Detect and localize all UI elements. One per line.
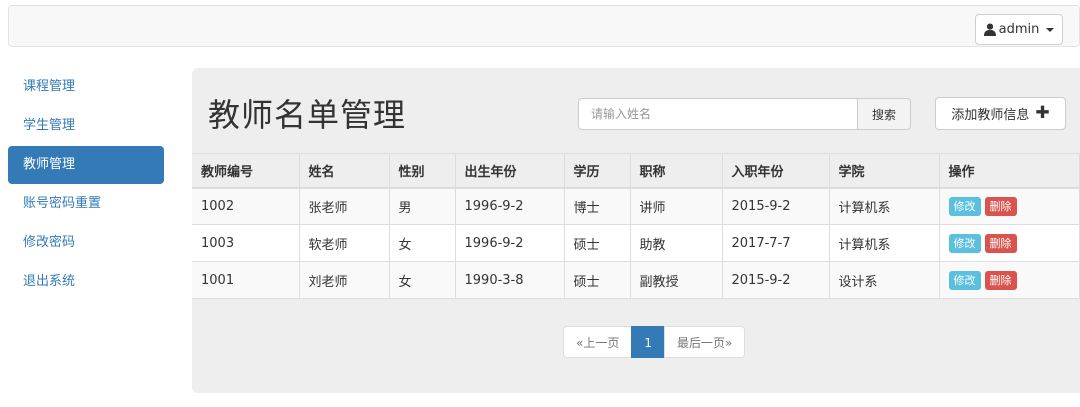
table-header-row: 教师编号 姓名 性别 出生年份 学历 职称 入职年份 学院 操作 bbox=[192, 153, 1080, 189]
teacher-table: 教师编号 姓名 性别 出生年份 学历 职称 入职年份 学院 操作 1002 张老… bbox=[192, 153, 1080, 299]
cell-college: 设计系 bbox=[828, 261, 940, 299]
cell-name: 张老师 bbox=[298, 187, 390, 225]
page-title: 教师名单管理 bbox=[208, 96, 407, 134]
column-header: 出生年份 bbox=[454, 153, 565, 189]
cell-degree: 硕士 bbox=[563, 224, 631, 262]
cell-hired: 2015-9-2 bbox=[721, 187, 830, 225]
cell-actions: 修改 删除 bbox=[938, 261, 1080, 299]
top-navbar: admin bbox=[8, 5, 1080, 47]
sidebar-item-courses[interactable]: 课程管理 bbox=[8, 68, 164, 106]
caret-down-icon bbox=[1046, 27, 1055, 32]
sidebar: 课程管理 学生管理 教师管理 账号密码重置 修改密码 退出系统 bbox=[8, 68, 164, 302]
cell-birth: 1996-9-2 bbox=[454, 187, 565, 225]
cell-id: 1003 bbox=[192, 224, 300, 262]
column-header: 学历 bbox=[563, 153, 631, 189]
edit-button[interactable]: 修改 bbox=[948, 270, 981, 290]
sidebar-item-teachers[interactable]: 教师管理 bbox=[8, 146, 164, 184]
cell-gender: 男 bbox=[388, 187, 456, 225]
cell-hired: 2015-9-2 bbox=[721, 261, 830, 299]
pagination: «上一页 1 最后一页» bbox=[563, 326, 746, 358]
cell-birth: 1990-3-8 bbox=[454, 261, 565, 299]
search-input[interactable] bbox=[578, 98, 857, 130]
user-name: admin bbox=[998, 22, 1040, 37]
cell-gender: 女 bbox=[388, 261, 456, 299]
cell-degree: 硕士 bbox=[563, 261, 631, 299]
cell-hired: 2017-7-7 bbox=[721, 224, 830, 262]
column-header: 性别 bbox=[388, 153, 456, 189]
cell-id: 1002 bbox=[192, 187, 300, 225]
prev-page-button[interactable]: «上一页 bbox=[563, 326, 633, 358]
cell-college: 计算机系 bbox=[828, 224, 940, 262]
cell-degree: 博士 bbox=[563, 187, 631, 225]
column-header: 学院 bbox=[828, 153, 940, 189]
sidebar-item-students[interactable]: 学生管理 bbox=[8, 107, 164, 145]
sidebar-item-logout[interactable]: 退出系统 bbox=[8, 263, 164, 301]
cell-gender: 女 bbox=[388, 224, 456, 262]
column-header: 职称 bbox=[629, 153, 723, 189]
cell-actions: 修改 删除 bbox=[938, 187, 1080, 225]
column-header: 入职年份 bbox=[721, 153, 830, 189]
cell-title: 副教授 bbox=[629, 261, 723, 299]
cell-name: 刘老师 bbox=[298, 261, 390, 299]
cell-title: 讲师 bbox=[629, 187, 723, 225]
table-row: 1003 软老师 女 1996-9-2 硕士 助教 2017-7-7 计算机系 … bbox=[192, 224, 1080, 262]
plus-icon: ✚ bbox=[1035, 103, 1050, 123]
column-header: 教师编号 bbox=[192, 153, 300, 189]
last-page-button[interactable]: 最后一页» bbox=[663, 326, 746, 358]
column-header: 操作 bbox=[938, 153, 1080, 189]
user-menu-button[interactable]: admin bbox=[975, 14, 1063, 45]
cell-birth: 1996-9-2 bbox=[454, 224, 565, 262]
add-teacher-label: 添加教师信息 bbox=[951, 108, 1030, 123]
edit-button[interactable]: 修改 bbox=[948, 196, 981, 216]
table-row: 1002 张老师 男 1996-9-2 博士 讲师 2015-9-2 计算机系 … bbox=[192, 187, 1080, 225]
cell-college: 计算机系 bbox=[828, 187, 940, 225]
edit-button[interactable]: 修改 bbox=[948, 233, 981, 253]
cell-name: 软老师 bbox=[298, 224, 390, 262]
cell-actions: 修改 删除 bbox=[938, 224, 1080, 262]
page-number-button[interactable]: 1 bbox=[631, 326, 665, 358]
add-teacher-button[interactable]: 添加教师信息 ✚ bbox=[935, 97, 1066, 130]
delete-button[interactable]: 删除 bbox=[984, 196, 1017, 216]
column-header: 姓名 bbox=[298, 153, 390, 189]
search-group: 搜索 bbox=[578, 98, 911, 130]
cell-id: 1001 bbox=[192, 261, 300, 299]
sidebar-item-change-password[interactable]: 修改密码 bbox=[8, 224, 164, 262]
user-icon bbox=[983, 23, 996, 36]
cell-title: 助教 bbox=[629, 224, 723, 262]
search-button[interactable]: 搜索 bbox=[857, 98, 911, 130]
sidebar-item-reset-password[interactable]: 账号密码重置 bbox=[8, 185, 164, 223]
delete-button[interactable]: 删除 bbox=[984, 233, 1017, 253]
table-row: 1001 刘老师 女 1990-3-8 硕士 副教授 2015-9-2 设计系 … bbox=[192, 261, 1080, 299]
delete-button[interactable]: 删除 bbox=[984, 270, 1017, 290]
main-panel: 教师名单管理 搜索 添加教师信息 ✚ 教师编号 姓名 性别 出生年份 学历 职称… bbox=[192, 68, 1080, 393]
